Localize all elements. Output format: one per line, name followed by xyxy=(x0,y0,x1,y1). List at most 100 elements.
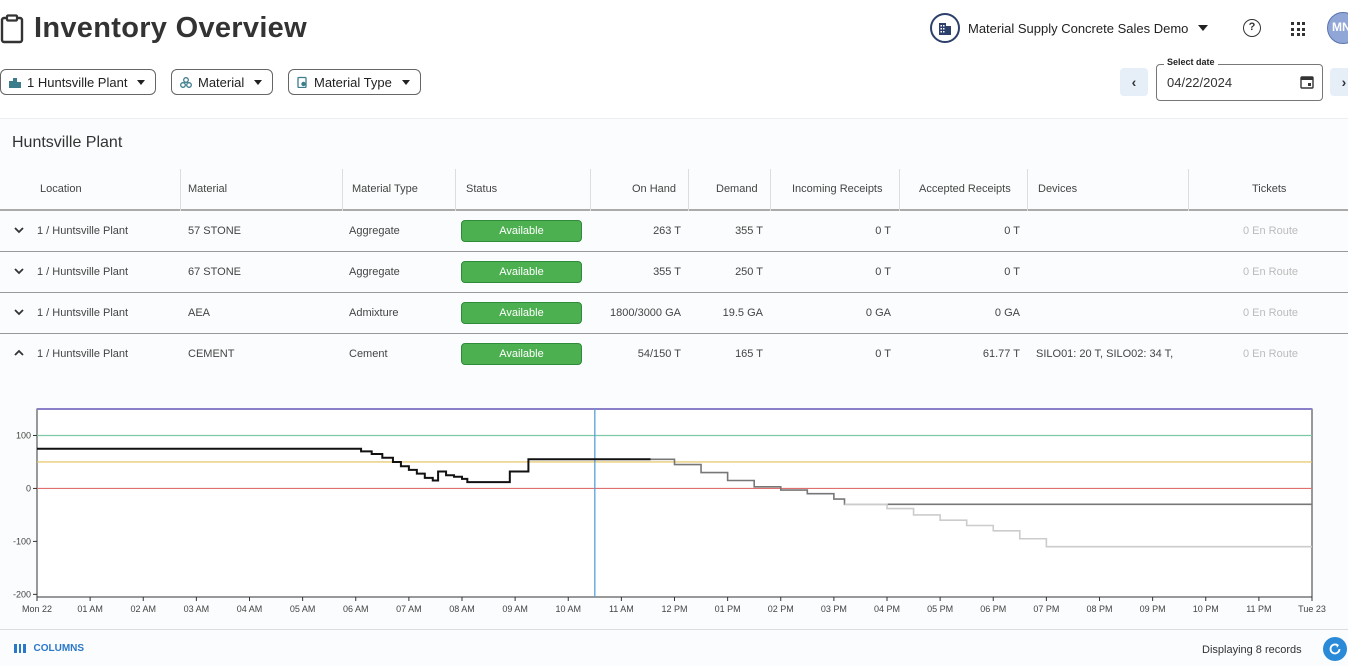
apps-grid-icon[interactable] xyxy=(1291,22,1305,36)
cell-demand: 165 T xyxy=(735,348,763,360)
x-tick-label: 09 AM xyxy=(502,604,528,614)
y-tick-label: -100 xyxy=(13,536,31,546)
x-tick-label: 08 PM xyxy=(1086,604,1112,614)
cell-location: 1 / Huntsville Plant xyxy=(37,266,129,278)
chevron-down-icon[interactable] xyxy=(13,265,25,277)
x-tick-label: 06 PM xyxy=(980,604,1006,614)
x-tick-label: 12 PM xyxy=(661,604,687,614)
table-row[interactable]: 1 / Huntsville Plant 57 STONE Aggregate 263… xyxy=(0,211,1348,252)
cell-accepted-receipts: 0 GA xyxy=(994,307,1020,319)
column-header-material-type[interactable]: Material Type xyxy=(352,183,418,195)
calendar-icon[interactable] xyxy=(1300,75,1314,89)
cell-incoming-receipts: 0 T xyxy=(875,348,891,360)
column-header-demand[interactable]: Demand xyxy=(716,183,758,195)
cell-on-hand: 54/150 T xyxy=(637,348,681,360)
x-tick-label: 01 PM xyxy=(715,604,741,614)
cell-material-type: Cement xyxy=(349,348,388,360)
previous-date-button[interactable]: ‹ xyxy=(1120,68,1148,96)
column-header-incoming-receipts[interactable]: Incoming Receipts xyxy=(792,183,883,195)
columns-icon xyxy=(14,644,26,653)
date-input[interactable] xyxy=(1167,75,1287,90)
columns-button[interactable]: COLUMNS xyxy=(14,643,84,654)
avatar[interactable]: MN xyxy=(1327,12,1348,44)
table-header: Location Material Material Type Status O… xyxy=(0,169,1348,211)
chevron-down-icon[interactable] xyxy=(13,306,25,318)
column-header-devices[interactable]: Devices xyxy=(1038,183,1077,195)
inventory-chart: 100 0 -100 -200 Mon 22 01 AM 02 AM 03 AM 04 AM 05… xyxy=(13,408,1326,614)
column-header-accepted-receipts[interactable]: Accepted Receipts xyxy=(919,183,1011,195)
table-row[interactable]: 1 / Huntsville Plant CEMENT Cement 54/150 T… xyxy=(0,334,1348,375)
company-selector[interactable]: Material Supply Concrete Sales Demo xyxy=(930,13,1209,43)
date-picker-label: Select date xyxy=(1164,57,1218,67)
column-header-on-hand[interactable]: On Hand xyxy=(632,183,676,195)
x-tick-label: 05 PM xyxy=(927,604,953,614)
cell-location: 1 / Huntsville Plant xyxy=(37,307,129,319)
cell-material: CEMENT xyxy=(188,348,235,360)
cell-material: AEA xyxy=(188,307,211,319)
material-type-filter[interactable]: Material Type xyxy=(288,69,421,95)
plant-title: Huntsville Plant xyxy=(12,134,123,151)
x-tick-label: 11 AM xyxy=(609,604,634,614)
column-header-location[interactable]: Location xyxy=(40,183,82,195)
cell-material-type: Aggregate xyxy=(349,225,400,237)
cell-incoming-receipts: 0 GA xyxy=(865,307,891,319)
cell-incoming-receipts: 0 T xyxy=(875,266,891,278)
y-tick-label: 0 xyxy=(26,483,31,493)
cell-accepted-receipts: 0 T xyxy=(1004,266,1020,278)
y-tick-label: 100 xyxy=(16,430,31,440)
plant-filter-label: 1 Huntsville Plant xyxy=(27,74,128,90)
column-header-status[interactable]: Status xyxy=(466,183,497,195)
material-filter[interactable]: Material xyxy=(171,69,274,95)
status-badge: Available xyxy=(461,343,582,365)
cell-demand: 355 T xyxy=(735,225,763,237)
x-tick-label: 03 AM xyxy=(184,604,210,614)
cell-tickets: 0 En Route xyxy=(1242,307,1298,319)
cell-material-type: Aggregate xyxy=(349,266,400,278)
app-header: Inventory Overview Material Supply Concr… xyxy=(0,0,1348,62)
cell-on-hand: 263 T xyxy=(653,225,681,237)
x-tick-label: 04 AM xyxy=(237,604,263,614)
cell-on-hand: 355 T xyxy=(653,266,681,278)
inventory-panel: Huntsville Plant Location Material Mater… xyxy=(0,118,1348,666)
chevron-down-icon xyxy=(1198,25,1209,31)
date-picker[interactable]: Select date xyxy=(1156,57,1323,101)
next-date-button[interactable]: › xyxy=(1330,68,1348,96)
table-footer: COLUMNS Displaying 8 records xyxy=(0,629,1348,666)
chevron-down-icon xyxy=(401,79,410,85)
cell-location: 1 / Huntsville Plant xyxy=(37,348,129,360)
status-badge: Available xyxy=(461,220,582,242)
cell-on-hand: 1800/3000 GA xyxy=(610,307,681,319)
table-row[interactable]: 1 / Huntsville Plant AEA Admixture 1800/300… xyxy=(0,293,1348,334)
refresh-button[interactable] xyxy=(1323,637,1347,661)
x-tick-label: 08 AM xyxy=(449,604,475,614)
cell-devices: SILO01: 20 T, SILO02: 34 T, xyxy=(1036,348,1174,360)
x-tick-label: 06 AM xyxy=(343,604,369,614)
records-count: Displaying 8 records xyxy=(1202,644,1302,656)
chevron-up-icon[interactable] xyxy=(13,347,25,359)
x-tick-label: 01 AM xyxy=(77,604,103,614)
material-filter-label: Material xyxy=(198,74,245,90)
status-badge: Available xyxy=(461,261,582,283)
x-tick-label: 10 AM xyxy=(555,604,581,614)
columns-button-label: COLUMNS xyxy=(33,643,85,654)
cell-material-type: Admixture xyxy=(349,307,399,319)
x-tick-label: 02 PM xyxy=(768,604,794,614)
plant-filter[interactable]: 1 Huntsville Plant xyxy=(0,69,157,95)
help-icon[interactable]: ? xyxy=(1243,19,1261,37)
x-tick-label: 10 PM xyxy=(1193,604,1219,614)
x-tick-label: 05 AM xyxy=(290,604,316,614)
cell-incoming-receipts: 0 T xyxy=(875,225,891,237)
cell-material: 57 STONE xyxy=(188,225,241,237)
column-header-tickets[interactable]: Tickets xyxy=(1252,183,1286,195)
clipboard-icon xyxy=(0,13,24,43)
company-name: Material Supply Concrete Sales Demo xyxy=(968,20,1189,36)
material-icon xyxy=(180,76,192,88)
status-badge: Available xyxy=(461,302,582,324)
table-row[interactable]: 1 / Huntsville Plant 67 STONE Aggregate 355… xyxy=(0,252,1348,293)
x-tick-label: 09 PM xyxy=(1140,604,1166,614)
x-tick-label: 11 PM xyxy=(1246,604,1271,614)
cell-material: 67 STONE xyxy=(188,266,241,278)
x-tick-label: Tue 23 xyxy=(1298,604,1326,614)
chevron-down-icon[interactable] xyxy=(13,224,25,236)
column-header-material[interactable]: Material xyxy=(188,183,227,195)
